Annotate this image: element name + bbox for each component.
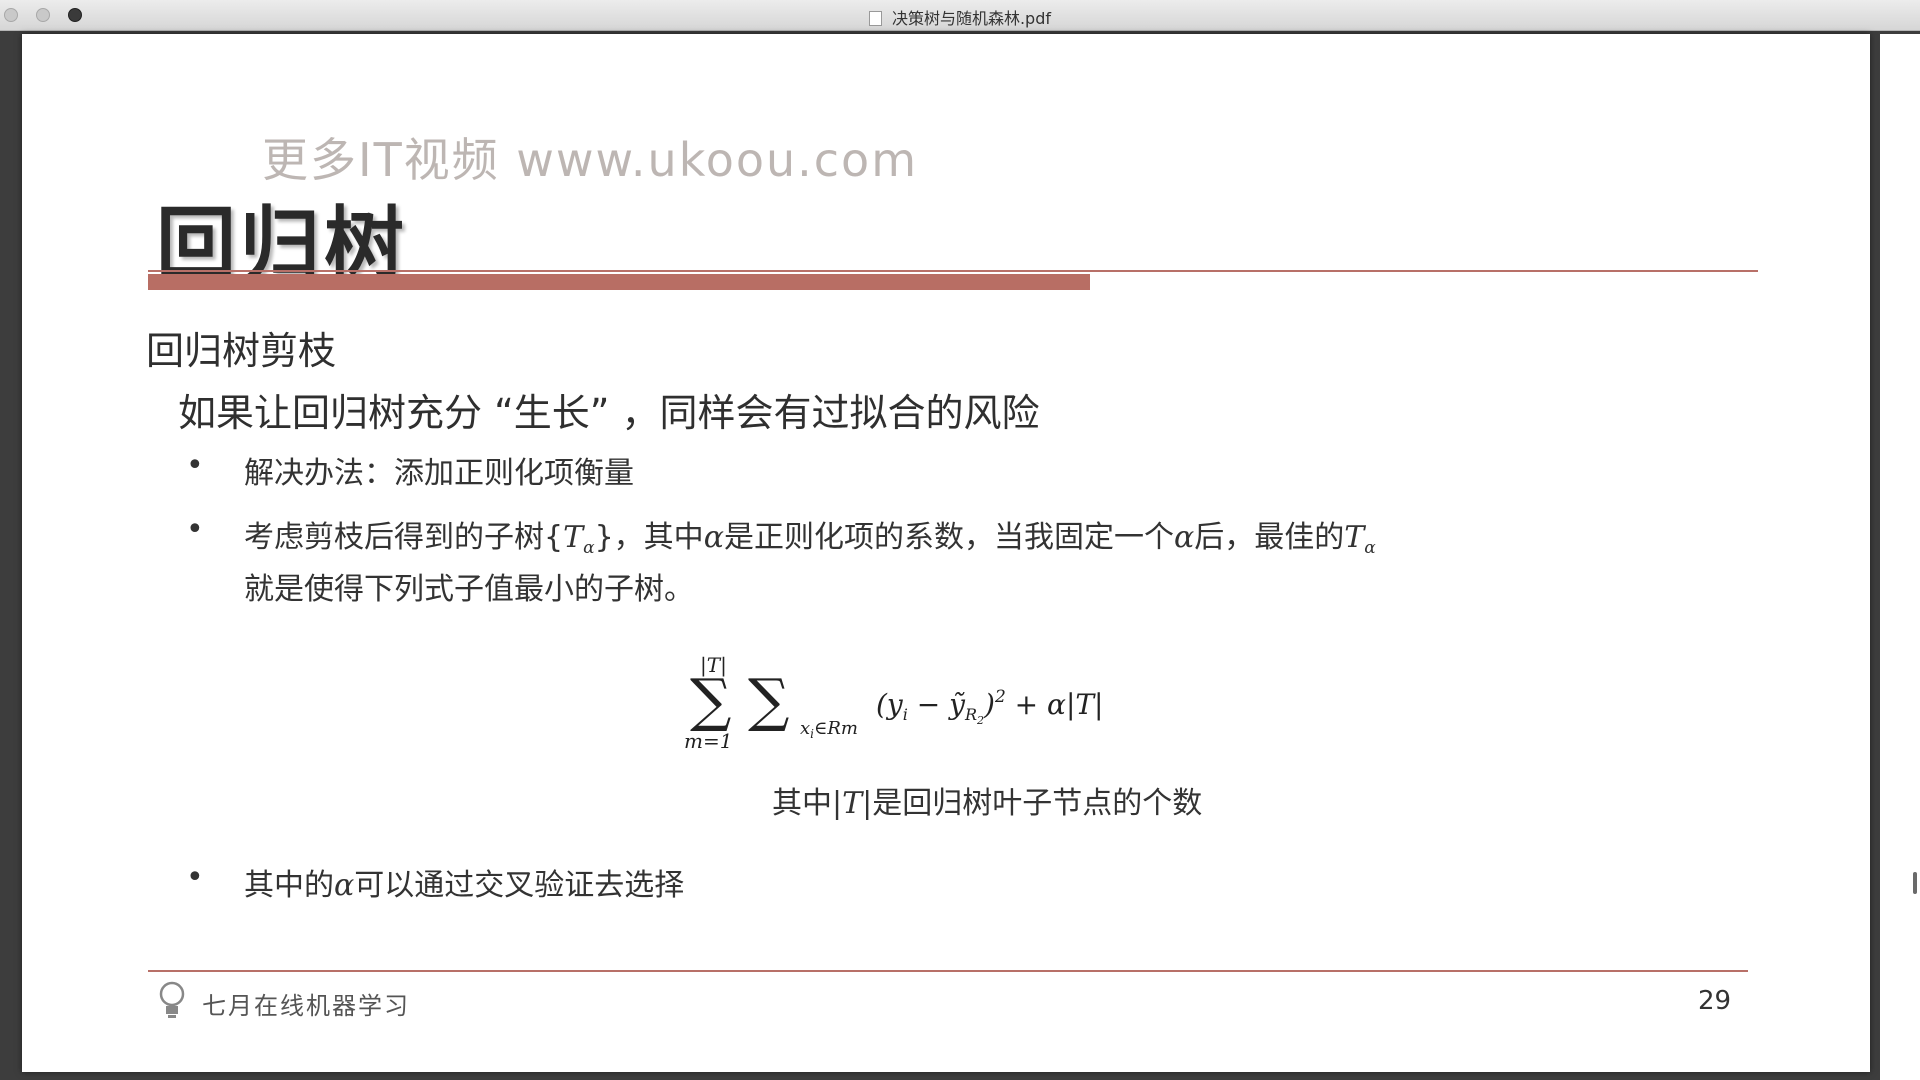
math-subscript: α	[1364, 538, 1376, 558]
window-title-text: 决策树与随机森林.pdf	[891, 9, 1052, 28]
inner-sum-symbol: ∑	[748, 666, 789, 734]
lightbulb-logo-icon	[159, 981, 185, 1018]
formula-body: (yi − ỹR2)2 + α|T|	[876, 687, 1104, 727]
bullet-text: 是正则化项的系数，当我固定一个	[723, 520, 1174, 555]
outer-sum-symbol: ∑	[690, 666, 731, 734]
cost-complexity-formula: |T| ∑ m=1 ∑ xi∈Rm (yi − ỹR2)2 + α|T|	[684, 653, 1104, 753]
section-subheading: 回归树剪枝	[146, 329, 337, 373]
title-rule-thick	[148, 274, 1090, 290]
bullet-text: 可以通过交叉验证去选择	[354, 868, 685, 903]
pdf-document-icon	[868, 11, 882, 26]
window-right-margin	[1880, 34, 1920, 1080]
window-title: 决策树与随机森林.pdf	[0, 5, 1920, 29]
math-symbol: |T|	[832, 786, 873, 821]
title-rule-thin	[148, 270, 1758, 272]
bullet-text: 考虑剪枝后得到的子树{	[244, 520, 564, 555]
inner-sum-subscript: xi∈Rm	[800, 718, 858, 741]
caption-text: 是回归树叶子节点的个数	[872, 786, 1203, 821]
bullet-text: 后，最佳的	[1194, 520, 1345, 555]
bullet-text: 其中的	[244, 868, 334, 903]
window-titlebar: 决策树与随机森林.pdf	[0, 0, 1920, 31]
bullet-cross-validation: 其中的α可以通过交叉验证去选择	[244, 860, 684, 904]
bullet-pruning-line2: 就是使得下列式子值最小的子树。	[244, 572, 694, 607]
page-number: 29	[1698, 986, 1732, 1016]
bullet-solution: 解决办法：添加正则化项衡量	[244, 456, 634, 491]
math-symbol: α	[1173, 520, 1195, 555]
bullet-marker: •	[186, 512, 204, 547]
math-subscript: α	[583, 538, 595, 558]
sum-lower-limit: m=1	[684, 729, 732, 753]
bullet-text: }，其中	[594, 520, 704, 555]
pdf-page: 更多IT视频 www.ukoou.com 回归树 回归树剪枝 如果让回归树充分 …	[22, 34, 1870, 1072]
lead-sentence: 如果让回归树充分 “生长” ，同样会有过拟合的风险	[178, 391, 1040, 435]
caption-text: 其中	[772, 786, 832, 821]
formula-caption: 其中|T|是回归树叶子节点的个数	[772, 778, 1202, 822]
math-symbol: α	[334, 868, 355, 903]
bullet-marker: •	[186, 860, 204, 895]
bullet-marker: •	[186, 448, 204, 483]
bullet-pruning-line1: 考虑剪枝后得到的子树{Tα}，其中α是正则化项的系数，当我固定一个α后，最佳的T…	[244, 512, 1376, 558]
math-symbol: T	[563, 520, 584, 555]
footer-rule	[148, 970, 1748, 972]
math-symbol: α	[703, 520, 724, 555]
scrollbar-thumb[interactable]	[1913, 872, 1917, 894]
footer-org-name: 七月在线机器学习	[202, 992, 410, 1020]
math-symbol: T	[1344, 520, 1365, 555]
